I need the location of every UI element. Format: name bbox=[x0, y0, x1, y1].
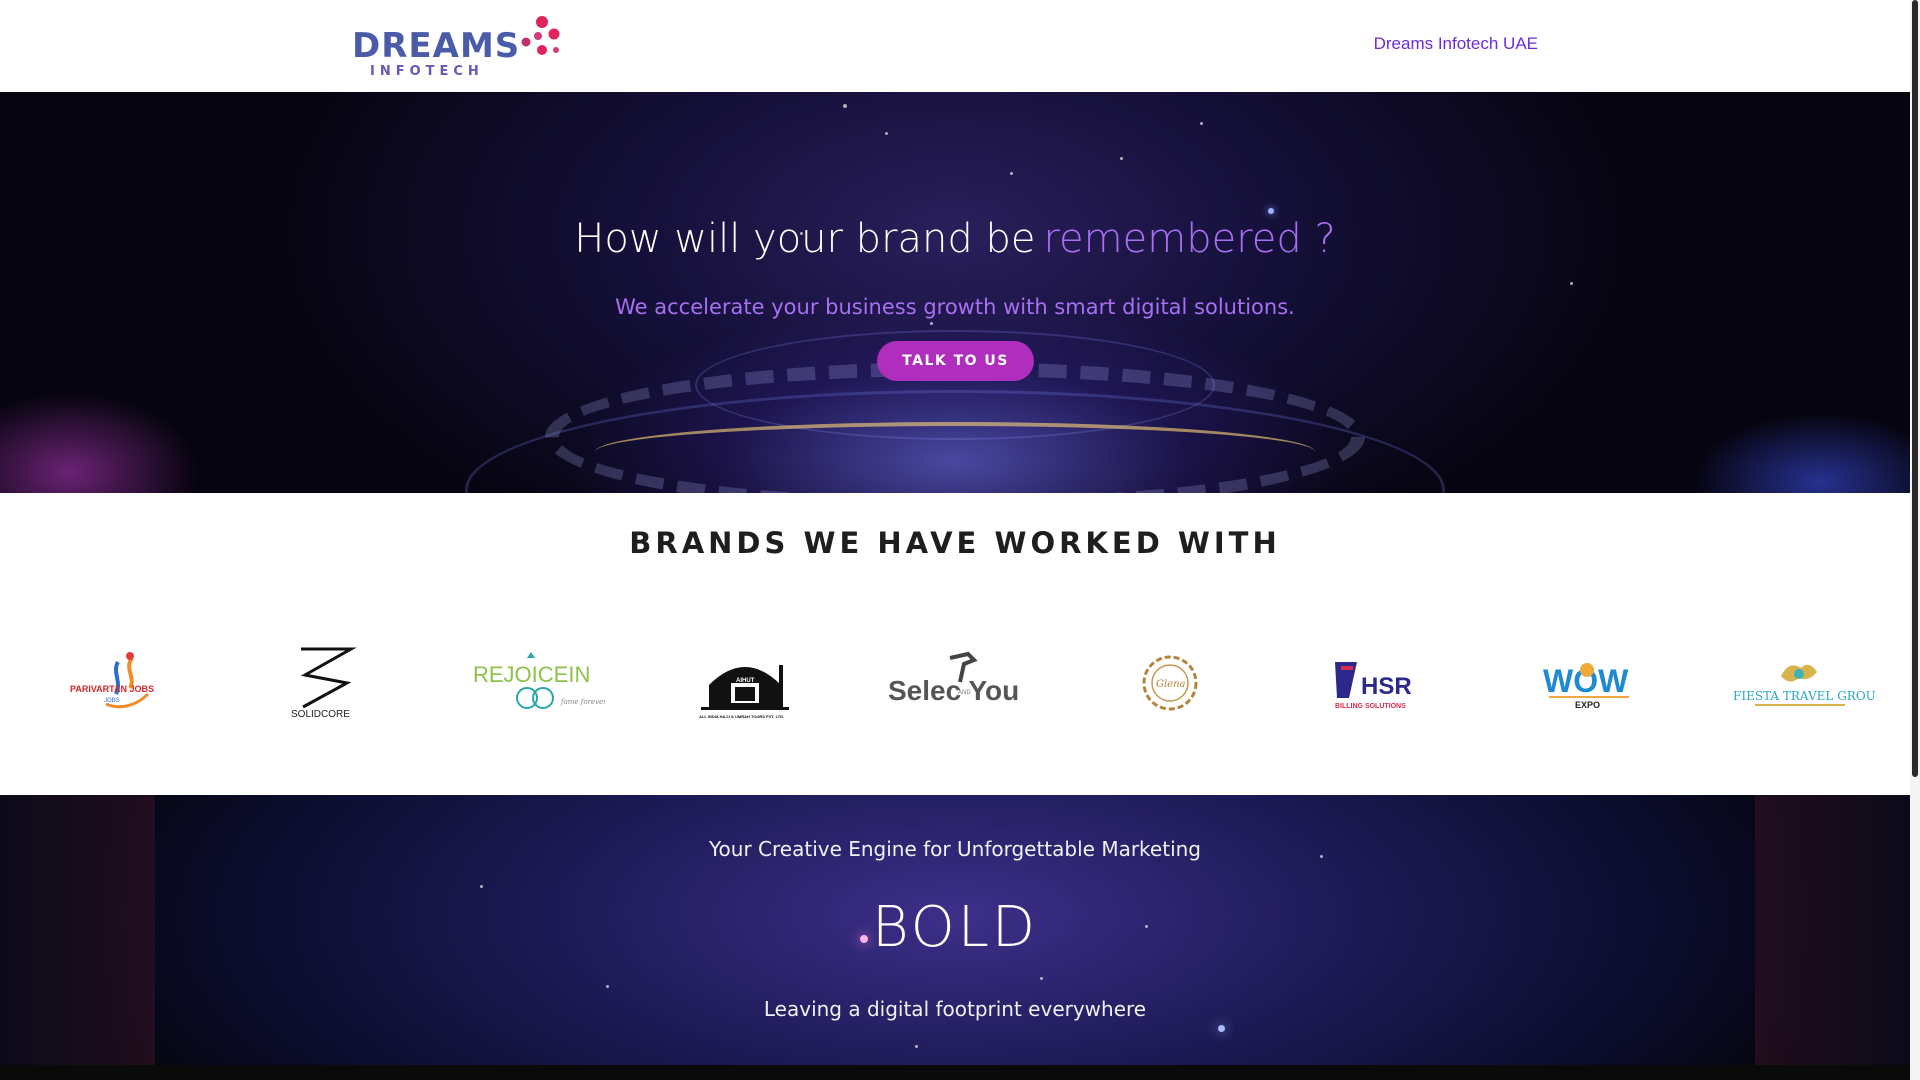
star-decoration bbox=[1200, 122, 1203, 125]
main-content: DREAMS INFOTECH Dreams Infotech UAE How … bbox=[0, 0, 1910, 1080]
nav-link-uae[interactable]: Dreams Infotech UAE bbox=[1374, 34, 1538, 54]
wow-sub-text: EXPO bbox=[1575, 700, 1600, 710]
hero-glow-decoration bbox=[1690, 412, 1910, 493]
hero-title: How will your brand be remembered ? bbox=[0, 216, 1910, 262]
star-decoration bbox=[1268, 208, 1274, 214]
aihut-sub-text: ALL INDIA HAJJ & UMRAH TOURS PVT. LTD. bbox=[699, 714, 784, 719]
hero-ring-decoration bbox=[595, 422, 1315, 482]
brands-title: BRANDS WE HAVE WORKED WITH bbox=[629, 526, 1281, 560]
brand-logo-select-and-you: Selec You AND bbox=[880, 643, 1030, 723]
star-decoration bbox=[930, 322, 933, 325]
brand-logo-rejoicein: REJOICEIN fame forever bbox=[460, 643, 610, 723]
banner-tagline: Your Creative Engine for Unforgettable M… bbox=[708, 837, 1201, 861]
star-decoration bbox=[606, 985, 609, 988]
hero-glow-decoration bbox=[0, 392, 200, 493]
star-decoration bbox=[1120, 157, 1123, 160]
rejoicein-sub-text: fame forever bbox=[560, 698, 605, 706]
solidcore-logo-icon: SOLIDCORE bbox=[291, 647, 357, 720]
page-scrollbar[interactable] bbox=[1910, 0, 1920, 1080]
select-you-logo-icon: Selec You AND bbox=[888, 651, 1019, 706]
hsr-sub-text: BILLING SOLUTIONS bbox=[1335, 703, 1406, 710]
logo-subtext: INFOTECH bbox=[370, 64, 484, 79]
brand-logo-aihut: AIHUT ALL INDIA HAJJ & UMRAH TOURS PVT. … bbox=[670, 643, 820, 723]
scrollbar-thumb[interactable] bbox=[1912, 0, 1918, 777]
star-decoration bbox=[1010, 172, 1013, 175]
star-decoration bbox=[480, 885, 483, 888]
site-header: DREAMS INFOTECH Dreams Infotech UAE bbox=[0, 0, 1910, 92]
rejoicein-text: REJOICEIN bbox=[473, 662, 590, 687]
wow-expo-logo-icon: WOW EXPO bbox=[1543, 663, 1629, 710]
hero-subtitle: We accelerate your business growth with … bbox=[615, 295, 1295, 319]
parivartan-logo-icon: PARIVARTAN JOBS JOBS bbox=[70, 652, 154, 709]
aihut-logo-icon: AIHUT ALL INDIA HAJJ & UMRAH TOURS PVT. … bbox=[699, 665, 789, 719]
parivartan-sub-text: JOBS bbox=[104, 698, 120, 704]
brand-logo-glena: Glena bbox=[1095, 643, 1245, 723]
logo-dots-icon bbox=[521, 16, 560, 55]
banner-footer-text: Leaving a digital footprint everywhere bbox=[763, 997, 1147, 1021]
fiesta-text: FIESTA TRAVEL GROUP bbox=[1733, 689, 1875, 703]
select-you-sub-text: AND bbox=[958, 690, 971, 696]
hero-title-main: How will your brand be bbox=[574, 216, 1036, 262]
star-decoration bbox=[915, 1045, 918, 1048]
page: DREAMS INFOTECH Dreams Infotech UAE How … bbox=[0, 0, 1920, 1080]
star-decoration bbox=[1570, 282, 1573, 285]
fiesta-logo-icon: FIESTA TRAVEL GROUP bbox=[1733, 664, 1875, 706]
brand-logo-solidcore: SOLIDCORE bbox=[250, 643, 400, 723]
rejoicein-logo-icon: REJOICEIN fame forever bbox=[473, 652, 605, 709]
aihut-text: AIHUT bbox=[736, 678, 755, 684]
solidcore-text: SOLIDCORE bbox=[291, 709, 350, 720]
brand-logo-hsr: HSR BILLING SOLUTIONS bbox=[1305, 643, 1455, 723]
brand-logo-fiesta-travel-group: FIESTA TRAVEL GROUP bbox=[1725, 643, 1875, 723]
glena-logo-icon: Glena bbox=[1142, 655, 1198, 711]
star-decoration bbox=[885, 132, 888, 135]
dreams-infotech-logo[interactable]: DREAMS INFOTECH bbox=[352, 14, 562, 79]
star-decoration bbox=[1040, 977, 1043, 980]
star-decoration bbox=[1218, 1025, 1225, 1032]
talk-to-us-button[interactable]: TALK TO US bbox=[877, 341, 1034, 381]
brand-logo-wow-expo: WOW EXPO bbox=[1515, 643, 1665, 723]
star-decoration bbox=[843, 104, 847, 108]
select-you-text: Selec You bbox=[888, 675, 1019, 706]
logo-wordmark: DREAMS bbox=[352, 26, 521, 66]
glena-text: Glena bbox=[1156, 679, 1186, 690]
hero-section: How will your brand be remembered ? We ac… bbox=[0, 92, 1910, 493]
hero-title-accent: remembered ? bbox=[1043, 216, 1336, 262]
creative-engine-banner: Your Creative Engine for Unforgettable M… bbox=[0, 795, 1910, 1065]
bottom-strip bbox=[0, 1065, 1910, 1080]
hsr-logo-icon: HSR BILLING SOLUTIONS bbox=[1335, 662, 1412, 710]
banner-rotating-word: BOLD bbox=[871, 895, 1039, 960]
hsr-text: HSR bbox=[1361, 673, 1412, 700]
parivartan-text: PARIVARTAN JOBS bbox=[70, 684, 154, 694]
brand-logo-parivartan: PARIVARTAN JOBS JOBS bbox=[40, 643, 190, 723]
brands-section: BRANDS WE HAVE WORKED WITH PARIVARTAN JO… bbox=[0, 493, 1910, 795]
